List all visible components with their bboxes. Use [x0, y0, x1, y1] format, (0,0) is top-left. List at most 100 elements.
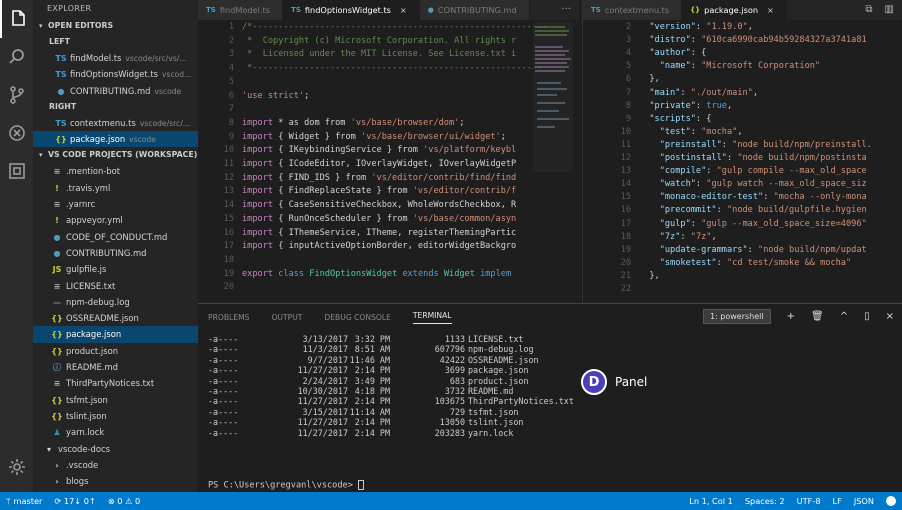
file-name: CODE_OF_CONDUCT.md	[66, 231, 168, 242]
code-line: import { ICodeEditor, IOverlayWidget, IO…	[242, 159, 516, 169]
code-area-left[interactable]: 1 /*-------------------------------------…	[198, 22, 579, 303]
git-branch[interactable]: ᛘ master	[6, 496, 42, 506]
file-item[interactable]: ● CONTRIBUTING.md	[33, 245, 198, 261]
editor-tab[interactable]: TS contextmenu.ts	[583, 0, 683, 20]
file-item[interactable]: {} OSSREADME.json	[33, 310, 198, 326]
file-item[interactable]: ● CONTRIBUTING.md vscode	[33, 83, 198, 99]
line-number: 18	[620, 231, 631, 242]
code-area-right[interactable]: 2 "version": "1.19.0", 3 "distro": "610ca…	[583, 22, 902, 303]
more-actions-icon[interactable]: ▥	[885, 0, 894, 20]
file-item[interactable]: ≡ LICENSE.txt	[33, 278, 198, 294]
source-control-icon[interactable]	[0, 76, 33, 114]
file-item[interactable]: {} package.json	[33, 326, 198, 343]
close-tab-icon[interactable]: ×	[767, 0, 774, 20]
file-item[interactable]: ! .travis.yml	[33, 180, 198, 196]
code-token: "gulp watch --max_old_space_siz	[706, 179, 867, 190]
problems-count[interactable]: ⊗ 0 ⚠ 0	[108, 496, 140, 506]
file-item[interactable]: ≡ .yarnrc	[33, 196, 198, 212]
workspace-header[interactable]: ▾ VS CODE PROJECTS (WORKSPACE)	[33, 147, 198, 163]
settings-gear-icon[interactable]	[0, 448, 33, 486]
code-line: import { CaseSensitiveCheckbox, WholeWor…	[242, 200, 516, 210]
code-line: "test": "mocha",	[639, 127, 743, 137]
maximize-panel-icon[interactable]: ^	[840, 311, 848, 322]
extensions-icon[interactable]	[0, 152, 33, 190]
file-item[interactable]: › blogs	[33, 473, 198, 489]
line-number: 1	[228, 22, 234, 32]
line-number: 17	[620, 218, 631, 229]
code-token: ;	[304, 90, 310, 101]
file-item[interactable]: — npm-debug.log	[33, 294, 198, 310]
split-panel-icon[interactable]: ▯	[864, 311, 870, 322]
callout-label: Panel	[615, 375, 648, 389]
code-token: { IKeybindingService } from	[273, 145, 424, 156]
split-editor-icon[interactable]: ⧉	[865, 0, 872, 20]
panel-tab-problems[interactable]: PROBLEMS	[208, 313, 249, 322]
search-icon[interactable]	[0, 38, 33, 76]
code-token: import	[242, 200, 274, 211]
code-token: :	[721, 139, 733, 150]
line-ending[interactable]: LF	[833, 496, 842, 506]
file-name: .vscode	[66, 459, 99, 470]
indentation[interactable]: Spaces: 2	[745, 496, 785, 506]
file-item[interactable]: {} tsfmt.json	[33, 392, 198, 408]
code-line: import { FIND_IDS } from 'vs/editor/cont…	[242, 173, 516, 183]
panel-tab-terminal[interactable]: TERMINAL	[412, 311, 452, 324]
tab-bar-left: TS findModel.ts TS findOptionsWidget.ts × ● CO…	[198, 0, 579, 20]
file-type-icon: {}	[51, 395, 63, 405]
file-item[interactable]: {} tslint.json	[33, 408, 198, 424]
open-editors-header[interactable]: ▾ OPEN EDITORS	[33, 18, 198, 34]
code-token: "gulp"	[639, 218, 691, 229]
panel-tab-debug-console[interactable]: DEBUG CONSOLE	[324, 313, 391, 322]
file-name: package.json	[70, 134, 126, 145]
feedback-icon[interactable]	[886, 496, 896, 506]
file-item[interactable]: ≡ ThirdPartyNotices.txt	[33, 375, 198, 391]
file-item[interactable]: ⓘ README.md	[33, 359, 198, 375]
trash-icon[interactable]: 🗑	[811, 311, 824, 322]
file-item[interactable]: TS findOptionsWidget.ts vscod...	[33, 66, 198, 82]
encoding[interactable]: UTF-8	[797, 496, 821, 506]
file-name: gulpfile.js	[66, 264, 107, 275]
file-item[interactable]: ! appveyor.yml	[33, 212, 198, 228]
language-mode[interactable]: JSON	[854, 496, 874, 506]
file-item[interactable]: ♟ yarn.lock	[33, 424, 198, 440]
code-token: 'vs/base/common/asyn	[412, 213, 517, 224]
file-item[interactable]: ≡ .mention-bot	[33, 163, 198, 179]
file-type-icon: TS	[55, 118, 67, 128]
code-line: * Licensed under the MIT License. See Li…	[242, 49, 516, 59]
terminal-prompt[interactable]: PS C:\Users\gregvanl\vscode>	[208, 480, 365, 491]
terminal-select[interactable]: 1: powershell	[702, 309, 771, 324]
terminal-cell-time: 3:32 PM	[354, 334, 390, 344]
code-line: * Copyright (c) Microsoft Corporation. A…	[242, 36, 516, 46]
folder-vscode-docs[interactable]: ▾ vscode-docs	[33, 441, 198, 457]
code-token: "mocha --only-mona	[773, 192, 867, 203]
status-bar: ᛘ master ⟳ 17↓ 0↑ ⊗ 0 ⚠ 0 Ln 1, Col 1 Sp…	[0, 492, 902, 510]
file-item[interactable]: TS contextmenu.ts vscode/src/...	[33, 115, 198, 131]
terminal-cell-size: 13050	[439, 417, 465, 428]
file-item[interactable]: › .vscode	[33, 457, 198, 473]
explorer-icon[interactable]	[0, 0, 33, 38]
editor-tab[interactable]: TS findModel.ts	[198, 0, 284, 20]
editor-tab[interactable]: {} package.json ×	[682, 0, 787, 20]
debug-icon[interactable]	[0, 114, 33, 152]
close-panel-icon[interactable]: ×	[886, 311, 894, 322]
file-path: vscode/src/vs/...	[125, 54, 187, 63]
file-item[interactable]: {} package.json vscode	[33, 131, 198, 148]
code-line: import { inputActiveOptionBorder, editor…	[242, 241, 516, 251]
more-actions-icon[interactable]: ···	[553, 0, 579, 20]
sync-status[interactable]: ⟳ 17↓ 0↑	[54, 496, 95, 506]
file-item[interactable]: ● CODE_OF_CONDUCT.md	[33, 229, 198, 245]
editor-tab[interactable]: TS findOptionsWidget.ts ×	[283, 0, 420, 20]
new-terminal-icon[interactable]: +	[787, 311, 795, 322]
editor-tab[interactable]: ● CONTRIBUTING.md	[419, 0, 530, 20]
file-item[interactable]: JS gulpfile.js	[33, 261, 198, 277]
close-tab-icon[interactable]: ×	[400, 0, 407, 20]
terminal-cell-time: 3:49 PM	[354, 375, 390, 386]
panel-tab-output[interactable]: OUTPUT	[271, 313, 302, 322]
file-item[interactable]: TS findModel.ts vscode/src/vs/...	[33, 50, 198, 66]
code-line: "smoketest": "cd test/smoke && mocha"	[639, 258, 851, 268]
code-token: 'vs/base/browser/dom'	[350, 117, 460, 128]
terminal-cell-date: 11/3/2017	[302, 344, 348, 355]
cursor-position[interactable]: Ln 1, Col 1	[689, 496, 733, 506]
file-item[interactable]: {} product.json	[33, 343, 198, 359]
minimap-left[interactable]	[533, 22, 573, 172]
